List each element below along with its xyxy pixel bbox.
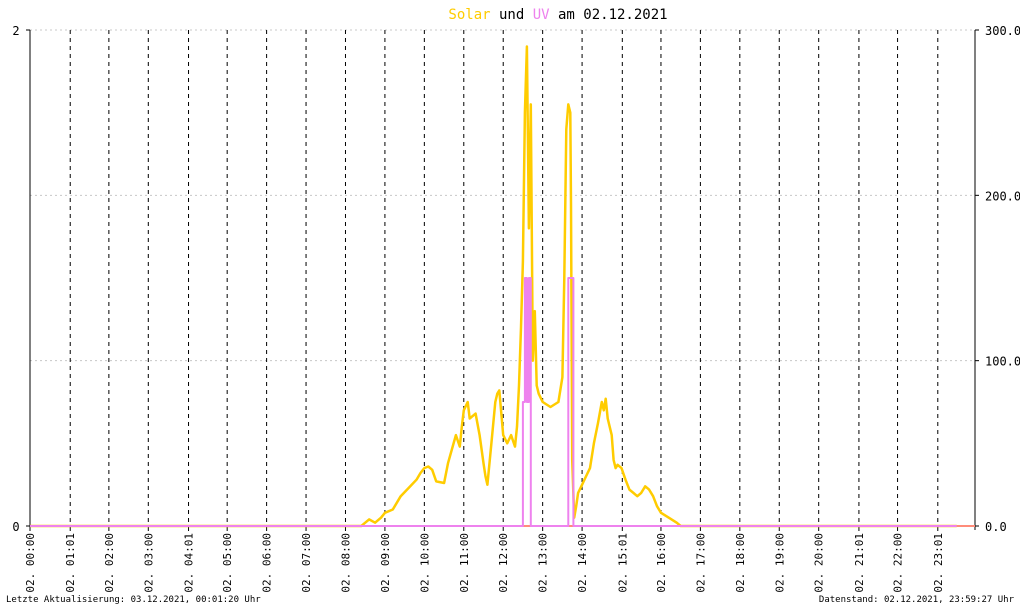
solar-uv-chart: Solar und UV am 02.12.2021 0 2 0.0 100.0 200… bbox=[6, 7, 1020, 605]
solar-series-line bbox=[30, 45, 957, 528]
x-axis-tick-label: 02. 04:01 bbox=[183, 533, 196, 593]
left-axis-tick-label: 0 bbox=[12, 520, 19, 534]
right-axis-tick-label: 100.0 bbox=[985, 355, 1020, 369]
x-axis-tick-label: 02. 02:00 bbox=[103, 533, 116, 593]
footer-data-state: Datenstand: 02.12.2021, 23:59:27 Uhr bbox=[819, 595, 1015, 605]
x-axis-tick-label: 02. 15:01 bbox=[616, 533, 629, 593]
x-axis-tick-label: 02. 03:00 bbox=[142, 533, 155, 593]
x-axis-tick-label: 02. 01:01 bbox=[64, 533, 77, 593]
x-axis-tick-label: 02. 18:00 bbox=[734, 533, 747, 593]
axes: 0 2 0.0 100.0 200.0 300.0 bbox=[12, 24, 1020, 534]
x-axis-tick-label: 02. 09:00 bbox=[379, 533, 392, 593]
series-layer bbox=[30, 45, 975, 528]
x-axis-tick-label: 02. 12:00 bbox=[497, 533, 510, 593]
title-date-label: am 02.12.2021 bbox=[550, 7, 668, 23]
right-axis-tick-label: 300.0 bbox=[985, 24, 1020, 38]
grid bbox=[30, 29, 975, 526]
x-axis-tick-label: 02. 17:00 bbox=[694, 533, 707, 593]
x-axis-tick-label: 02. 05:00 bbox=[221, 533, 234, 593]
title-solar-label: Solar bbox=[448, 7, 490, 23]
x-axis-labels: 02. 00:00 02. 01:01 02. 02:00 02. 03:00 02. … bbox=[24, 533, 945, 593]
x-axis-tick-label: 02. 14:00 bbox=[576, 533, 589, 593]
uv-series-line bbox=[30, 277, 957, 527]
x-axis-tick-label: 02. 07:00 bbox=[300, 533, 313, 593]
x-axis-tick-label: 02. 20:00 bbox=[813, 533, 826, 593]
x-axis-tick-label: 02. 16:00 bbox=[655, 533, 668, 593]
x-axis-tick-label: 02. 00:00 bbox=[24, 533, 37, 593]
x-axis-tick-label: 02. 08:00 bbox=[340, 533, 353, 593]
title-und-label: und bbox=[491, 7, 533, 23]
footer-last-update: Letzte Aktualisierung: 03.12.2021, 00:01… bbox=[6, 595, 261, 605]
x-axis-tick-label: 02. 06:00 bbox=[261, 533, 274, 593]
left-axis-tick-label: 2 bbox=[12, 24, 19, 38]
x-axis-tick-label: 02. 10:00 bbox=[418, 533, 431, 593]
x-axis-tick-label: 02. 19:00 bbox=[773, 533, 786, 593]
title-uv-label: UV bbox=[533, 7, 550, 23]
x-axis-tick-label: 02. 11:00 bbox=[458, 533, 471, 593]
right-axis-tick-label: 200.0 bbox=[985, 189, 1020, 203]
x-axis-tick-label: 02. 23:01 bbox=[932, 533, 945, 593]
right-axis-tick-label: 0.0 bbox=[985, 520, 1007, 534]
x-axis-tick-label: 02. 22:00 bbox=[892, 533, 905, 593]
chart-title: Solar und UV am 02.12.2021 bbox=[448, 7, 667, 23]
x-axis-tick-label: 02. 21:01 bbox=[853, 533, 866, 593]
x-axis-tick-label: 02. 13:00 bbox=[537, 533, 550, 593]
